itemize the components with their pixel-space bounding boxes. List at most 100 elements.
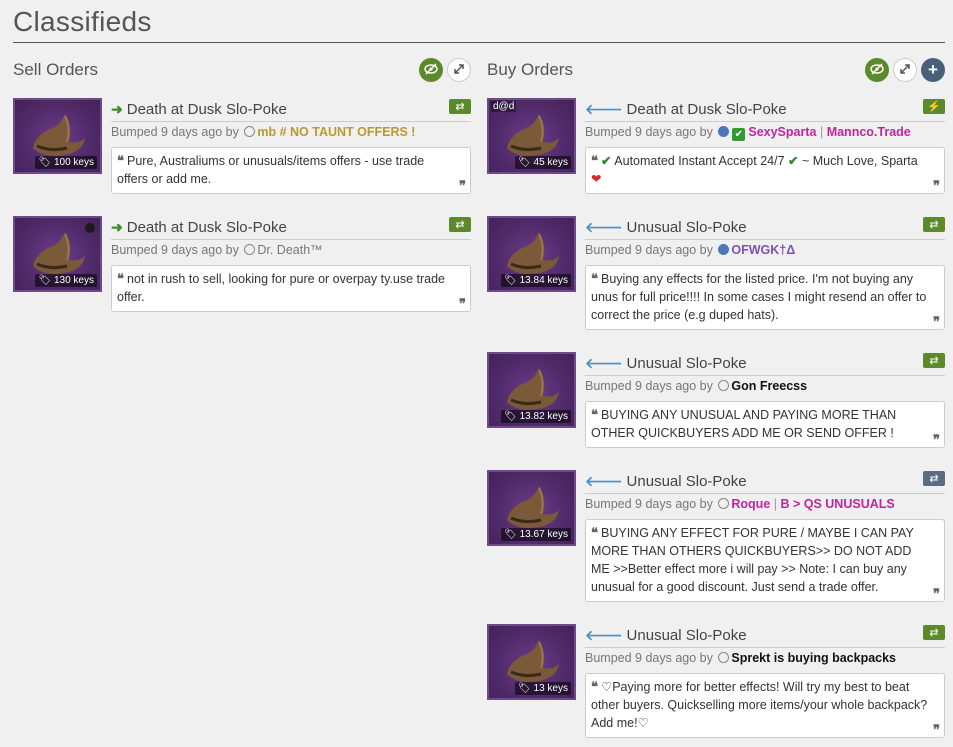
listing-comment: ❝ not in rush to sell, looking for pure o… bbox=[111, 265, 471, 312]
trade-offer-badge[interactable]: ⇄ bbox=[923, 353, 945, 368]
item-name[interactable]: 🡐 Death at Dusk Slo-Poke ⚡ bbox=[585, 98, 945, 122]
item-thumbnail[interactable]: 🏷 100 keys bbox=[13, 98, 102, 174]
lightning-icon: ⚡ bbox=[927, 101, 941, 113]
listing-comment: ❝ Pure, Australiums or unusuals/items off… bbox=[111, 147, 471, 194]
instant-trade-badge[interactable]: ⚡ bbox=[923, 99, 945, 114]
user-link[interactable]: mb # NO TAUNT OFFERS ! bbox=[257, 125, 415, 139]
bumped-line: Bumped 9 days ago by Sprekt is buying ba… bbox=[585, 651, 897, 665]
price-tag: 🏷 13.82 keys bbox=[501, 410, 571, 423]
item-name[interactable]: 🡐 Unusual Slo-Poke ⇄ bbox=[585, 352, 945, 376]
exchange-icon: ⇄ bbox=[929, 627, 939, 639]
price-tag: 🏷 13 keys bbox=[515, 682, 571, 695]
page-title: Classifieds bbox=[13, 6, 152, 37]
sell-expand-button[interactable] bbox=[447, 58, 471, 82]
bumped-line: Bumped 9 days ago by OFWGK†Δ bbox=[585, 243, 796, 257]
quote-open-icon: ❝ bbox=[591, 679, 598, 694]
quote-open-icon: ❝ bbox=[591, 525, 598, 540]
title-divider bbox=[13, 42, 945, 43]
buy-orders-column: Buy Orders + d@d 🏷 45 keys 🡐 Death at Du… bbox=[487, 56, 945, 738]
quote-open-icon: ❝ bbox=[591, 271, 598, 286]
offline-status-icon bbox=[718, 380, 730, 391]
buy-orders-title: Buy Orders bbox=[487, 60, 573, 79]
listing-comment: ❝ BUYING ANY EFFECT FOR PURE / MAYBE I CA… bbox=[585, 519, 945, 602]
item-thumbnail[interactable]: 🏷 13 keys bbox=[487, 624, 576, 700]
user-tag: Mannco.Trade bbox=[826, 125, 911, 139]
user-link[interactable]: OFWGK†Δ bbox=[731, 243, 795, 257]
quote-open-icon: ❝ bbox=[117, 271, 124, 286]
buy-toggle-visibility-button[interactable] bbox=[865, 58, 889, 82]
online-status-icon bbox=[718, 126, 730, 137]
bumped-line: Bumped 9 days ago by Dr. Death™ bbox=[111, 243, 323, 257]
sell-orders-title: Sell Orders bbox=[13, 60, 99, 79]
sell-orders-column: Sell Orders 🏷 100 keys ➜ Death at Dusk Sl… bbox=[13, 56, 471, 312]
exchange-icon: ⇄ bbox=[929, 473, 939, 485]
listing-comment: ❝ ✔ Automated Instant Accept 24/7 ✔ ~ Muc… bbox=[585, 147, 945, 194]
quote-close-icon: ❞ bbox=[459, 296, 466, 311]
offline-status-icon bbox=[718, 652, 730, 663]
check-icon: ✔ bbox=[601, 154, 612, 168]
bumped-line: Bumped 9 days ago by mb # NO TAUNT OFFER… bbox=[111, 125, 416, 139]
check-icon: ✔ bbox=[788, 154, 799, 168]
trade-offer-badge[interactable]: ⇄ bbox=[449, 217, 471, 232]
price-tag: 🏷 13.67 keys bbox=[501, 528, 571, 541]
item-thumbnail[interactable]: d@d 🏷 45 keys bbox=[487, 98, 576, 174]
item-name[interactable]: 🡐 Unusual Slo-Poke ⇄ bbox=[585, 470, 945, 494]
user-link[interactable]: Dr. Death™ bbox=[257, 243, 322, 257]
listing-comment: ❝ BUYING ANY UNUSUAL AND PAYING MORE THAN… bbox=[585, 401, 945, 448]
trade-offer-badge[interactable]: ⇄ bbox=[923, 625, 945, 640]
eye-slash-icon bbox=[424, 62, 438, 78]
offline-status-icon bbox=[244, 244, 256, 255]
arrow-left-icon: 🡐 bbox=[585, 473, 623, 489]
online-status-icon bbox=[718, 244, 730, 255]
offline-status-icon bbox=[718, 498, 730, 509]
quote-open-icon: ❝ bbox=[591, 407, 598, 422]
expand-icon bbox=[899, 63, 911, 78]
item-thumbnail[interactable]: 🏷 13.67 keys bbox=[487, 470, 576, 546]
price-tag: 🏷 100 keys bbox=[35, 156, 97, 169]
bumped-line: Bumped 9 days ago by ✔ SexySparta | Mannc… bbox=[585, 125, 911, 141]
user-link[interactable]: SexySparta bbox=[748, 125, 816, 139]
trade-offer-badge[interactable]: ⇄ bbox=[923, 217, 945, 232]
arrow-left-icon: 🡐 bbox=[585, 101, 623, 117]
quote-close-icon: ❞ bbox=[933, 178, 940, 193]
exchange-icon: ⇄ bbox=[929, 355, 939, 367]
arrow-left-icon: 🡐 bbox=[585, 355, 623, 371]
user-link[interactable]: Sprekt is buying backpacks bbox=[731, 651, 896, 665]
item-name[interactable]: ➜ Death at Dusk Slo-Poke ⇄ bbox=[111, 216, 471, 240]
item-thumbnail[interactable]: 🏷 13.82 keys bbox=[487, 352, 576, 428]
user-link[interactable]: Roque bbox=[731, 497, 770, 511]
arrow-left-icon: 🡐 bbox=[585, 219, 623, 235]
item-note: d@d bbox=[491, 101, 517, 112]
heart-icon: ❤ bbox=[591, 172, 602, 186]
item-name[interactable]: 🡐 Unusual Slo-Poke ⇄ bbox=[585, 216, 945, 240]
listing-comment: ❝ Buying any effects for the listed price… bbox=[585, 265, 945, 330]
price-tag: 🏷 130 keys bbox=[35, 274, 97, 287]
paint-dot-icon bbox=[85, 223, 95, 233]
expand-icon bbox=[453, 63, 465, 78]
user-tag: B > QS UNUSUALS bbox=[780, 497, 895, 511]
quote-open-icon: ❝ bbox=[117, 153, 124, 168]
arrow-left-icon: 🡐 bbox=[585, 627, 623, 643]
bumped-line: Bumped 9 days ago by Roque | B > QS UNUS… bbox=[585, 497, 895, 511]
item-thumbnail[interactable]: 🏷 130 keys bbox=[13, 216, 102, 292]
item-thumbnail[interactable]: 🏷 13.84 keys bbox=[487, 216, 576, 292]
trade-offer-badge[interactable]: ⇄ bbox=[923, 471, 945, 486]
quote-open-icon: ❝ bbox=[591, 153, 598, 168]
quote-close-icon: ❞ bbox=[933, 432, 940, 447]
item-name[interactable]: 🡐 Unusual Slo-Poke ⇄ bbox=[585, 624, 945, 648]
exchange-icon: ⇄ bbox=[455, 101, 465, 113]
sell-toggle-visibility-button[interactable] bbox=[419, 58, 443, 82]
item-name[interactable]: ➜ Death at Dusk Slo-Poke ⇄ bbox=[111, 98, 471, 122]
user-separator: | bbox=[773, 497, 777, 511]
add-listing-button[interactable]: + bbox=[921, 58, 945, 82]
plus-icon: + bbox=[928, 60, 938, 79]
arrow-right-icon: ➜ bbox=[111, 101, 123, 117]
quote-close-icon: ❞ bbox=[933, 722, 940, 737]
user-link[interactable]: Gon Freecss bbox=[731, 379, 807, 393]
quote-close-icon: ❞ bbox=[933, 586, 940, 601]
buy-expand-button[interactable] bbox=[893, 58, 917, 82]
exchange-icon: ⇄ bbox=[929, 219, 939, 231]
listing-comment: ❝ ♡Paying more for better effects! Will t… bbox=[585, 673, 945, 738]
exchange-icon: ⇄ bbox=[455, 219, 465, 231]
trade-offer-badge[interactable]: ⇄ bbox=[449, 99, 471, 114]
